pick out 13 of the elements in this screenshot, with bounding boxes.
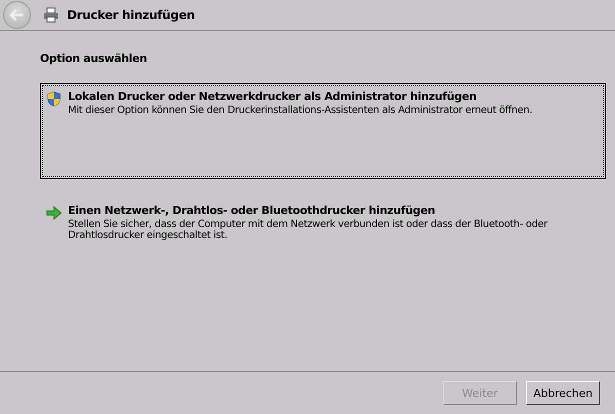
dialog-button[interactable]: Abbrechen	[526, 381, 600, 405]
option-description: Stellen Sie sicher, dass der Computer mit dem Netzwerk verbunden ist oder dass der Bluetooth- oder Drahtlosdrucker eingeschaltet ist.	[68, 219, 549, 241]
option-title: Lokalen Drucker oder Netzwerkdrucker als Administrator hinzufügen	[68, 90, 478, 103]
section-heading: Option auswählen	[40, 52, 148, 65]
option-title: Einen Netzwerk-, Drahtlos- oder Bluetoothdrucker hinzufügen	[68, 204, 436, 217]
shield-icon	[46, 91, 62, 107]
window-title: Drucker hinzufügen	[67, 8, 195, 22]
printer-icon	[43, 7, 59, 23]
option-link[interactable]: Einen Netzwerk-, Drahtlos- oder Bluetoothdrucker hinzufügen Stellen Sie sicher, dass der Computer mit dem Netzwerk verbunden ist oder dass der Bluetooth- oder Drahtlosdrucker eingeschaltet ist.	[40, 197, 606, 293]
arrow-icon	[46, 205, 62, 221]
option-description: Mit dieser Option können Sie den Druckerinstallations-Assistenten als Administrator erneut öffnen.	[68, 105, 532, 116]
option-link[interactable]: Lokalen Drucker oder Netzwerkdrucker als Administrator hinzufügen Mit dieser Option können Sie den Druckerinstallations-Assistenten als Administrator erneut öffnen.	[40, 83, 606, 179]
back-arrow-icon	[9, 9, 25, 21]
